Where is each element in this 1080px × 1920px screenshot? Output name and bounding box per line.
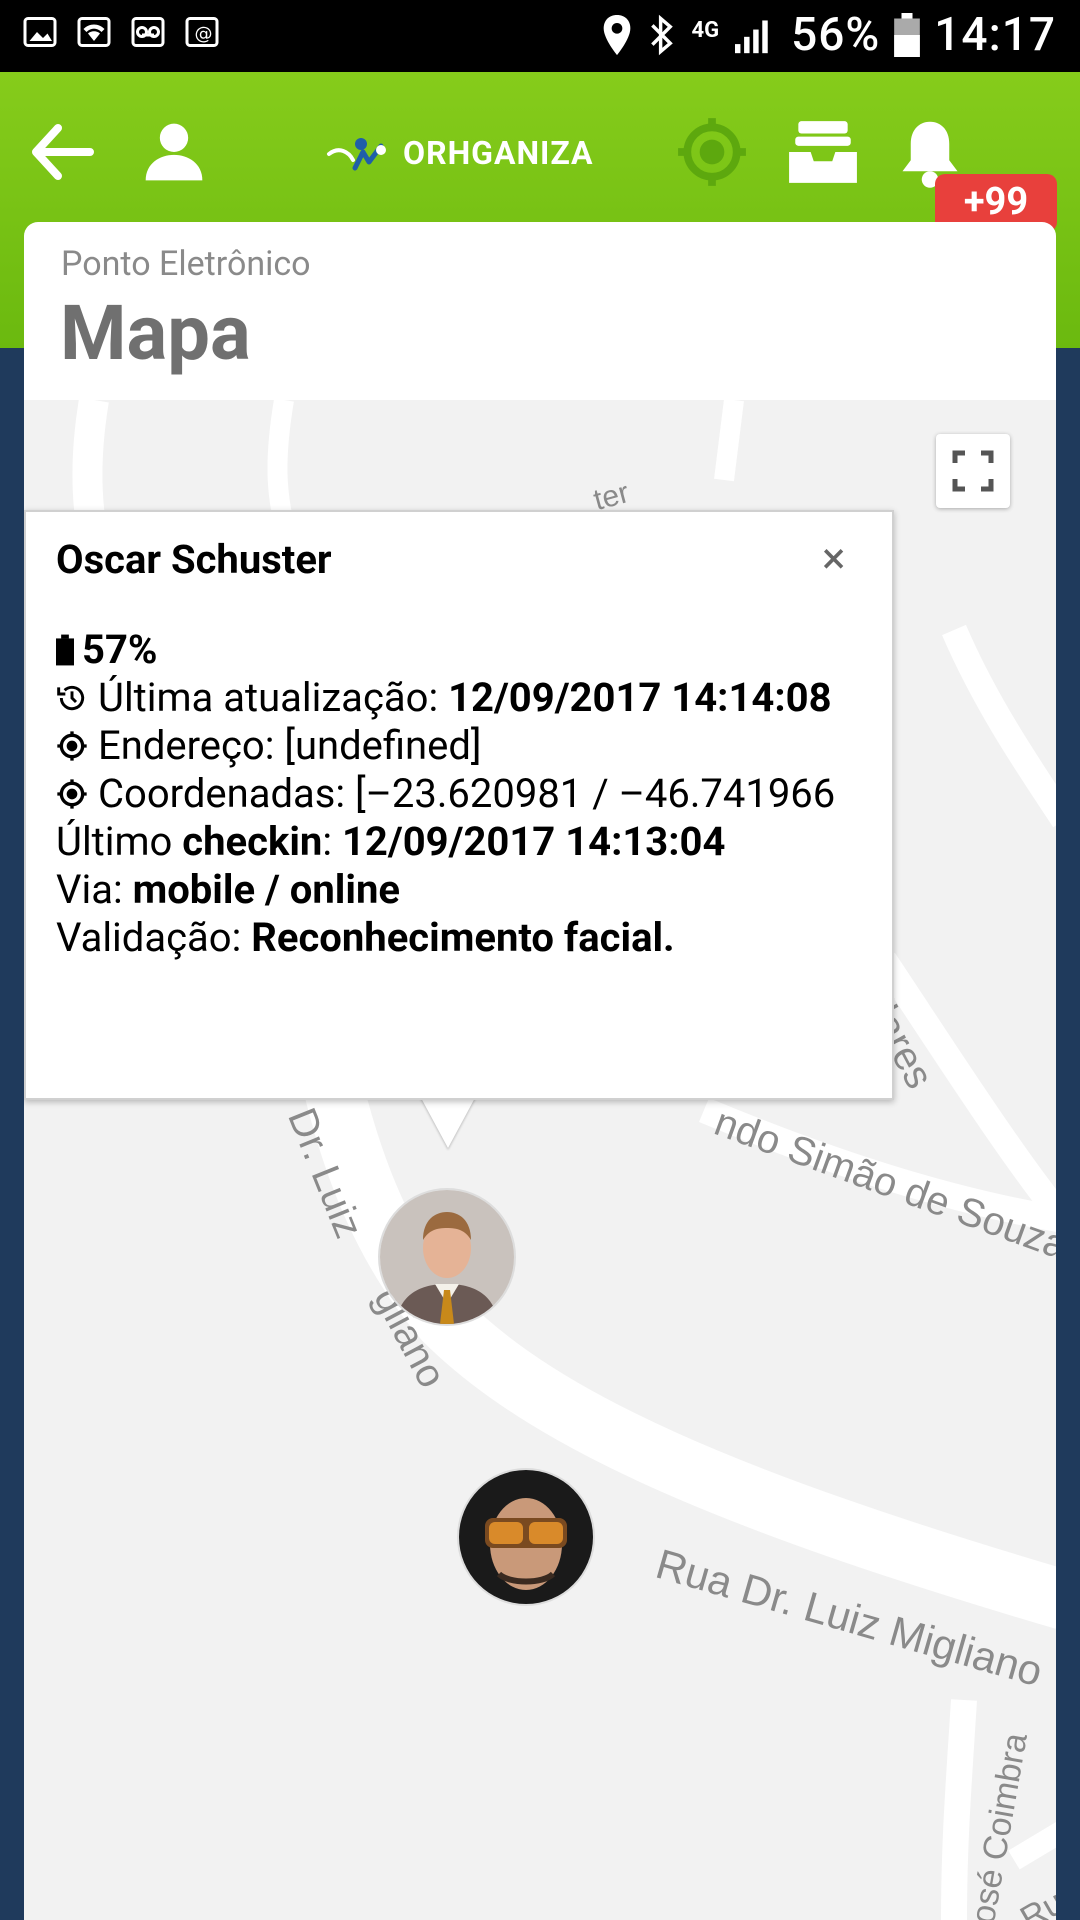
inbox-tray-icon bbox=[789, 121, 857, 183]
employee-info-window: Oscar Schuster × 57% Última atualização:… bbox=[24, 510, 894, 1100]
employee-details: 57% Última atualização: 12/09/2017 14:14… bbox=[56, 626, 866, 962]
avatar-portrait-icon bbox=[459, 1470, 593, 1604]
validation-value: Reconhecimento facial. bbox=[251, 914, 675, 961]
user-icon bbox=[145, 123, 203, 181]
arrow-left-icon bbox=[32, 124, 94, 180]
coordinates-row: Coordenadas: [–23.620981 / –46.741966 bbox=[56, 770, 866, 818]
gallery-notification-icon bbox=[23, 17, 57, 47]
brand-name: ORHGANIZA bbox=[403, 134, 594, 172]
checkin-word: checkin bbox=[182, 818, 323, 865]
checkin-row: Último checkin: 12/09/2017 14:13:04 bbox=[56, 818, 866, 866]
avatar-portrait-icon bbox=[380, 1190, 514, 1324]
location-icon bbox=[604, 15, 631, 55]
content-card: Ponto Eletrônico Mapa ter t Vilares ndo … bbox=[24, 222, 1056, 1920]
inbox-button[interactable] bbox=[783, 112, 863, 192]
checkin-separator: : bbox=[322, 818, 342, 865]
employee-name: Oscar Schuster bbox=[56, 536, 332, 583]
last-update-label: Última atualização: bbox=[98, 674, 449, 721]
fullscreen-icon bbox=[952, 450, 994, 492]
info-window-pointer bbox=[420, 1096, 476, 1148]
battery-icon bbox=[894, 13, 921, 57]
via-label: Via: bbox=[56, 866, 133, 913]
battery-icon bbox=[56, 634, 74, 666]
crosshair-icon bbox=[57, 779, 87, 809]
address-text: Endereço: [undefined] bbox=[98, 722, 482, 769]
fullscreen-button[interactable] bbox=[936, 434, 1010, 508]
voicemail-icon bbox=[131, 17, 165, 47]
validation-label: Validação: bbox=[56, 914, 252, 961]
brand-logo: ORHGANIZA bbox=[325, 128, 594, 178]
close-popup-button[interactable]: × bbox=[822, 536, 845, 580]
wifi-notification-icon bbox=[77, 17, 111, 47]
via-value: mobile / online bbox=[132, 866, 400, 913]
battery-row: 57% bbox=[56, 626, 866, 674]
target-icon bbox=[678, 118, 746, 186]
orhganiza-logo-icon bbox=[327, 138, 386, 171]
clock: 14:17 bbox=[934, 8, 1056, 62]
last-update-value: 12/09/2017 14:14:08 bbox=[448, 674, 832, 721]
map-view[interactable]: ter t Vilares ndo Simão de Souza Dr. Lui… bbox=[24, 400, 1056, 1920]
last-update-row: Última atualização: 12/09/2017 14:14:08 bbox=[56, 674, 866, 722]
crosshair-icon bbox=[57, 731, 87, 761]
profile-button[interactable] bbox=[134, 112, 214, 192]
bluetooth-icon bbox=[651, 14, 674, 56]
svg-text:@: @ bbox=[195, 24, 213, 45]
page-subtitle: Ponto Eletrônico bbox=[61, 244, 311, 284]
coordinates-text: Coordenadas: [–23.620981 / –46.741966 bbox=[98, 770, 836, 817]
address-row: Endereço: [undefined] bbox=[56, 722, 866, 770]
status-bar: @ 4G 56% 14:17 bbox=[0, 0, 1080, 72]
checkin-value: 12/09/2017 14:13:04 bbox=[341, 818, 726, 865]
checkin-prefix: Último bbox=[56, 818, 183, 865]
employee-avatar[interactable] bbox=[457, 1468, 595, 1606]
page-title: Mapa bbox=[60, 288, 251, 378]
network-type: 4G bbox=[691, 17, 720, 43]
validation-row: Validação: Reconhecimento facial. bbox=[56, 914, 866, 962]
back-button[interactable] bbox=[22, 112, 102, 192]
location-target-button[interactable] bbox=[672, 112, 752, 192]
battery-level: 57% bbox=[82, 626, 158, 673]
signal-icon bbox=[735, 20, 768, 54]
history-icon bbox=[57, 685, 85, 711]
email-notification-icon: @ bbox=[185, 17, 219, 47]
battery-percent: 56% bbox=[791, 8, 881, 62]
employee-avatar-oscar[interactable] bbox=[378, 1188, 516, 1326]
via-row: Via: mobile / online bbox=[56, 866, 866, 914]
